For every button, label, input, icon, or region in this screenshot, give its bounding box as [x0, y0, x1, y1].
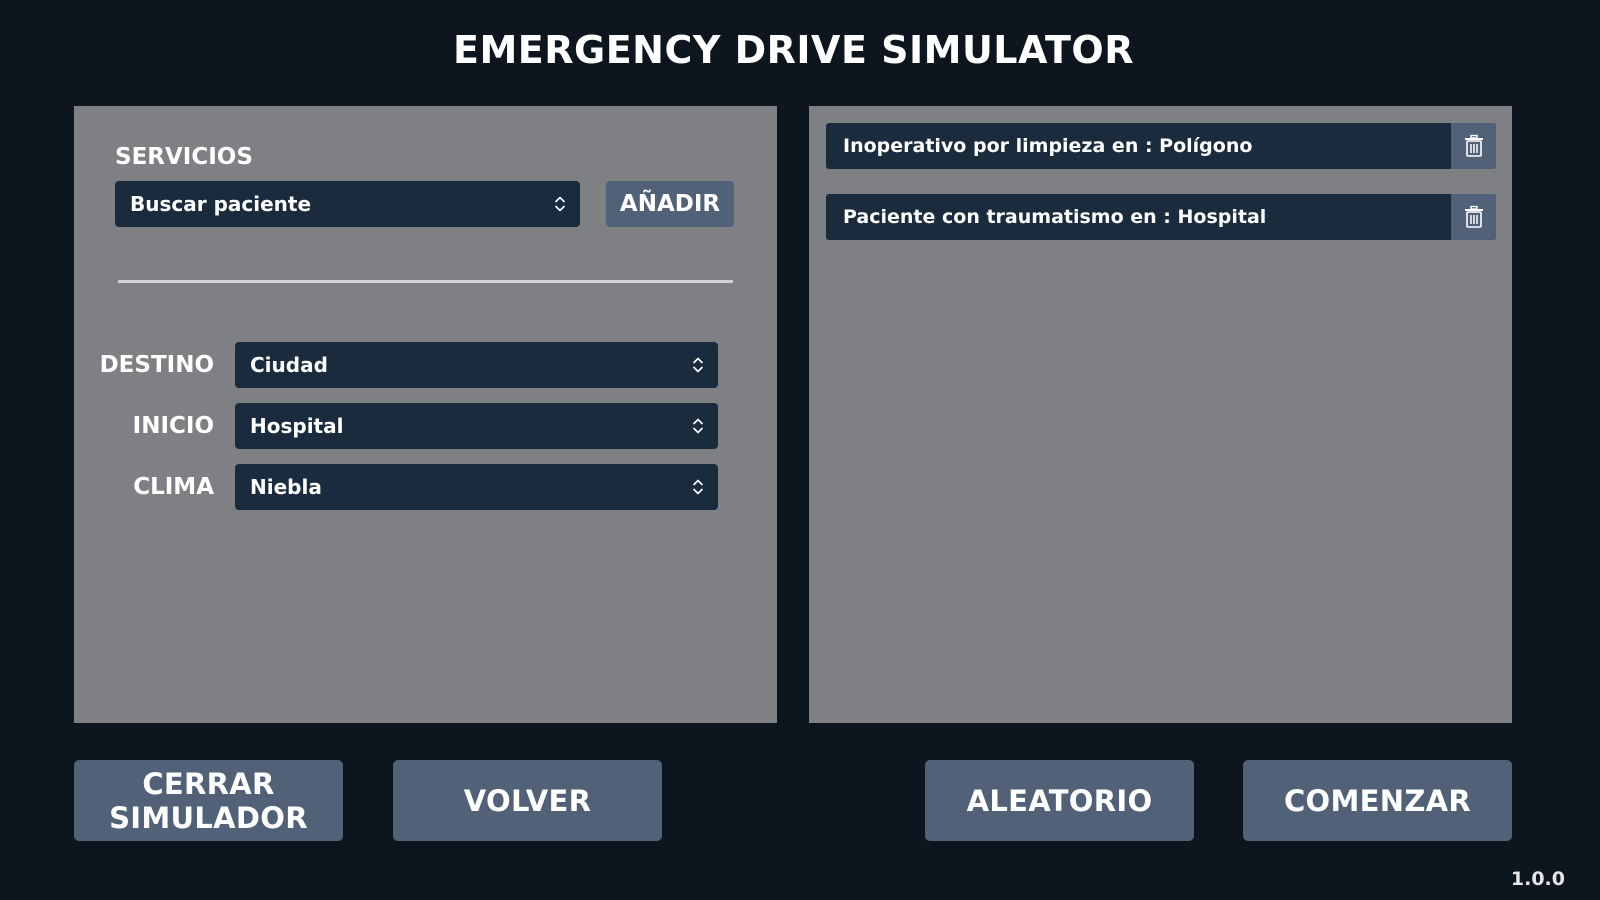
trash-icon: [1464, 205, 1483, 228]
delete-button[interactable]: [1451, 123, 1496, 169]
close-simulator-label-line2: SIMULADOR: [109, 800, 308, 835]
divider: [118, 280, 733, 283]
delete-button[interactable]: [1451, 194, 1496, 240]
random-button[interactable]: ALEATORIO: [925, 760, 1194, 841]
weather-select[interactable]: Niebla: [235, 464, 718, 510]
start-label: INICIO: [132, 413, 214, 439]
list-item-text: Inoperativo por limpieza en : Polígono: [843, 135, 1253, 157]
configuration-panel: SERVICIOS Buscar paciente AÑADIR DESTINO…: [74, 106, 777, 723]
weather-label: CLIMA: [133, 474, 214, 500]
trash-icon: [1464, 134, 1483, 157]
close-simulator-button[interactable]: CERRAR SIMULADOR: [74, 760, 343, 841]
add-service-button[interactable]: AÑADIR: [606, 181, 734, 227]
back-button[interactable]: VOLVER: [393, 760, 662, 841]
chevron-up-down-icon: [692, 357, 704, 373]
close-simulator-label-line1: CERRAR: [142, 766, 275, 801]
services-list-panel: Inoperativo por limpieza en : Polígono P…: [809, 106, 1512, 723]
destination-select[interactable]: Ciudad: [235, 342, 718, 388]
services-select[interactable]: Buscar paciente: [115, 181, 580, 227]
start-select-value: Hospital: [250, 414, 344, 438]
services-label: SERVICIOS: [115, 144, 253, 170]
chevron-up-down-icon: [554, 196, 566, 212]
chevron-up-down-icon: [692, 479, 704, 495]
start-button[interactable]: COMENZAR: [1243, 760, 1512, 841]
app-title: EMERGENCY DRIVE SIMULATOR: [453, 28, 1134, 72]
start-select[interactable]: Hospital: [235, 403, 718, 449]
list-item-text: Paciente con traumatismo en : Hospital: [843, 206, 1267, 228]
services-select-value: Buscar paciente: [130, 192, 312, 216]
list-item: Paciente con traumatismo en : Hospital: [826, 194, 1496, 240]
chevron-up-down-icon: [692, 418, 704, 434]
list-item: Inoperativo por limpieza en : Polígono: [826, 123, 1496, 169]
version-label: 1.0.0: [1510, 868, 1565, 890]
destination-select-value: Ciudad: [250, 353, 328, 377]
weather-select-value: Niebla: [250, 475, 322, 499]
destination-label: DESTINO: [99, 352, 214, 378]
